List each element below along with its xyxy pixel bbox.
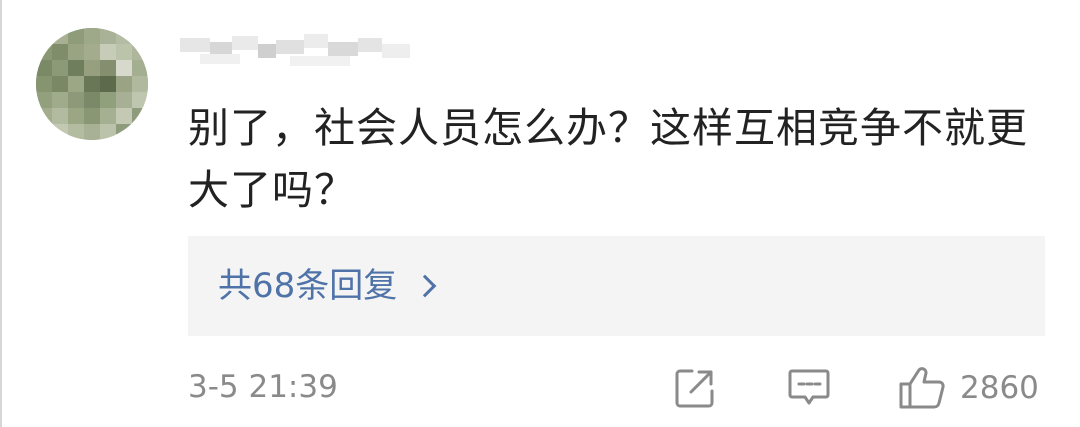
left-border [0, 0, 2, 427]
view-replies-link[interactable]: 共68条回复 [218, 266, 437, 306]
username-blurred[interactable] [180, 32, 420, 72]
chevron-right-icon [413, 274, 437, 298]
share-icon [675, 369, 714, 408]
replies-panel[interactable]: 共68条回复 [188, 236, 1045, 336]
comment-icon [788, 369, 830, 405]
thumbs-up-icon [899, 367, 945, 409]
comment-timestamp: 3-5 21:39 [188, 369, 338, 405]
replies-count-label: 共68条回复 [218, 266, 398, 306]
share-button[interactable] [674, 366, 716, 410]
avatar[interactable] [36, 28, 148, 140]
like-button[interactable]: 2860 [898, 366, 1039, 410]
comment-button[interactable] [787, 366, 831, 410]
like-count: 2860 [960, 370, 1039, 406]
comment-text: 别了，社会人员怎么办？这样互相竞争不就更大了吗？ [188, 104, 1028, 214]
